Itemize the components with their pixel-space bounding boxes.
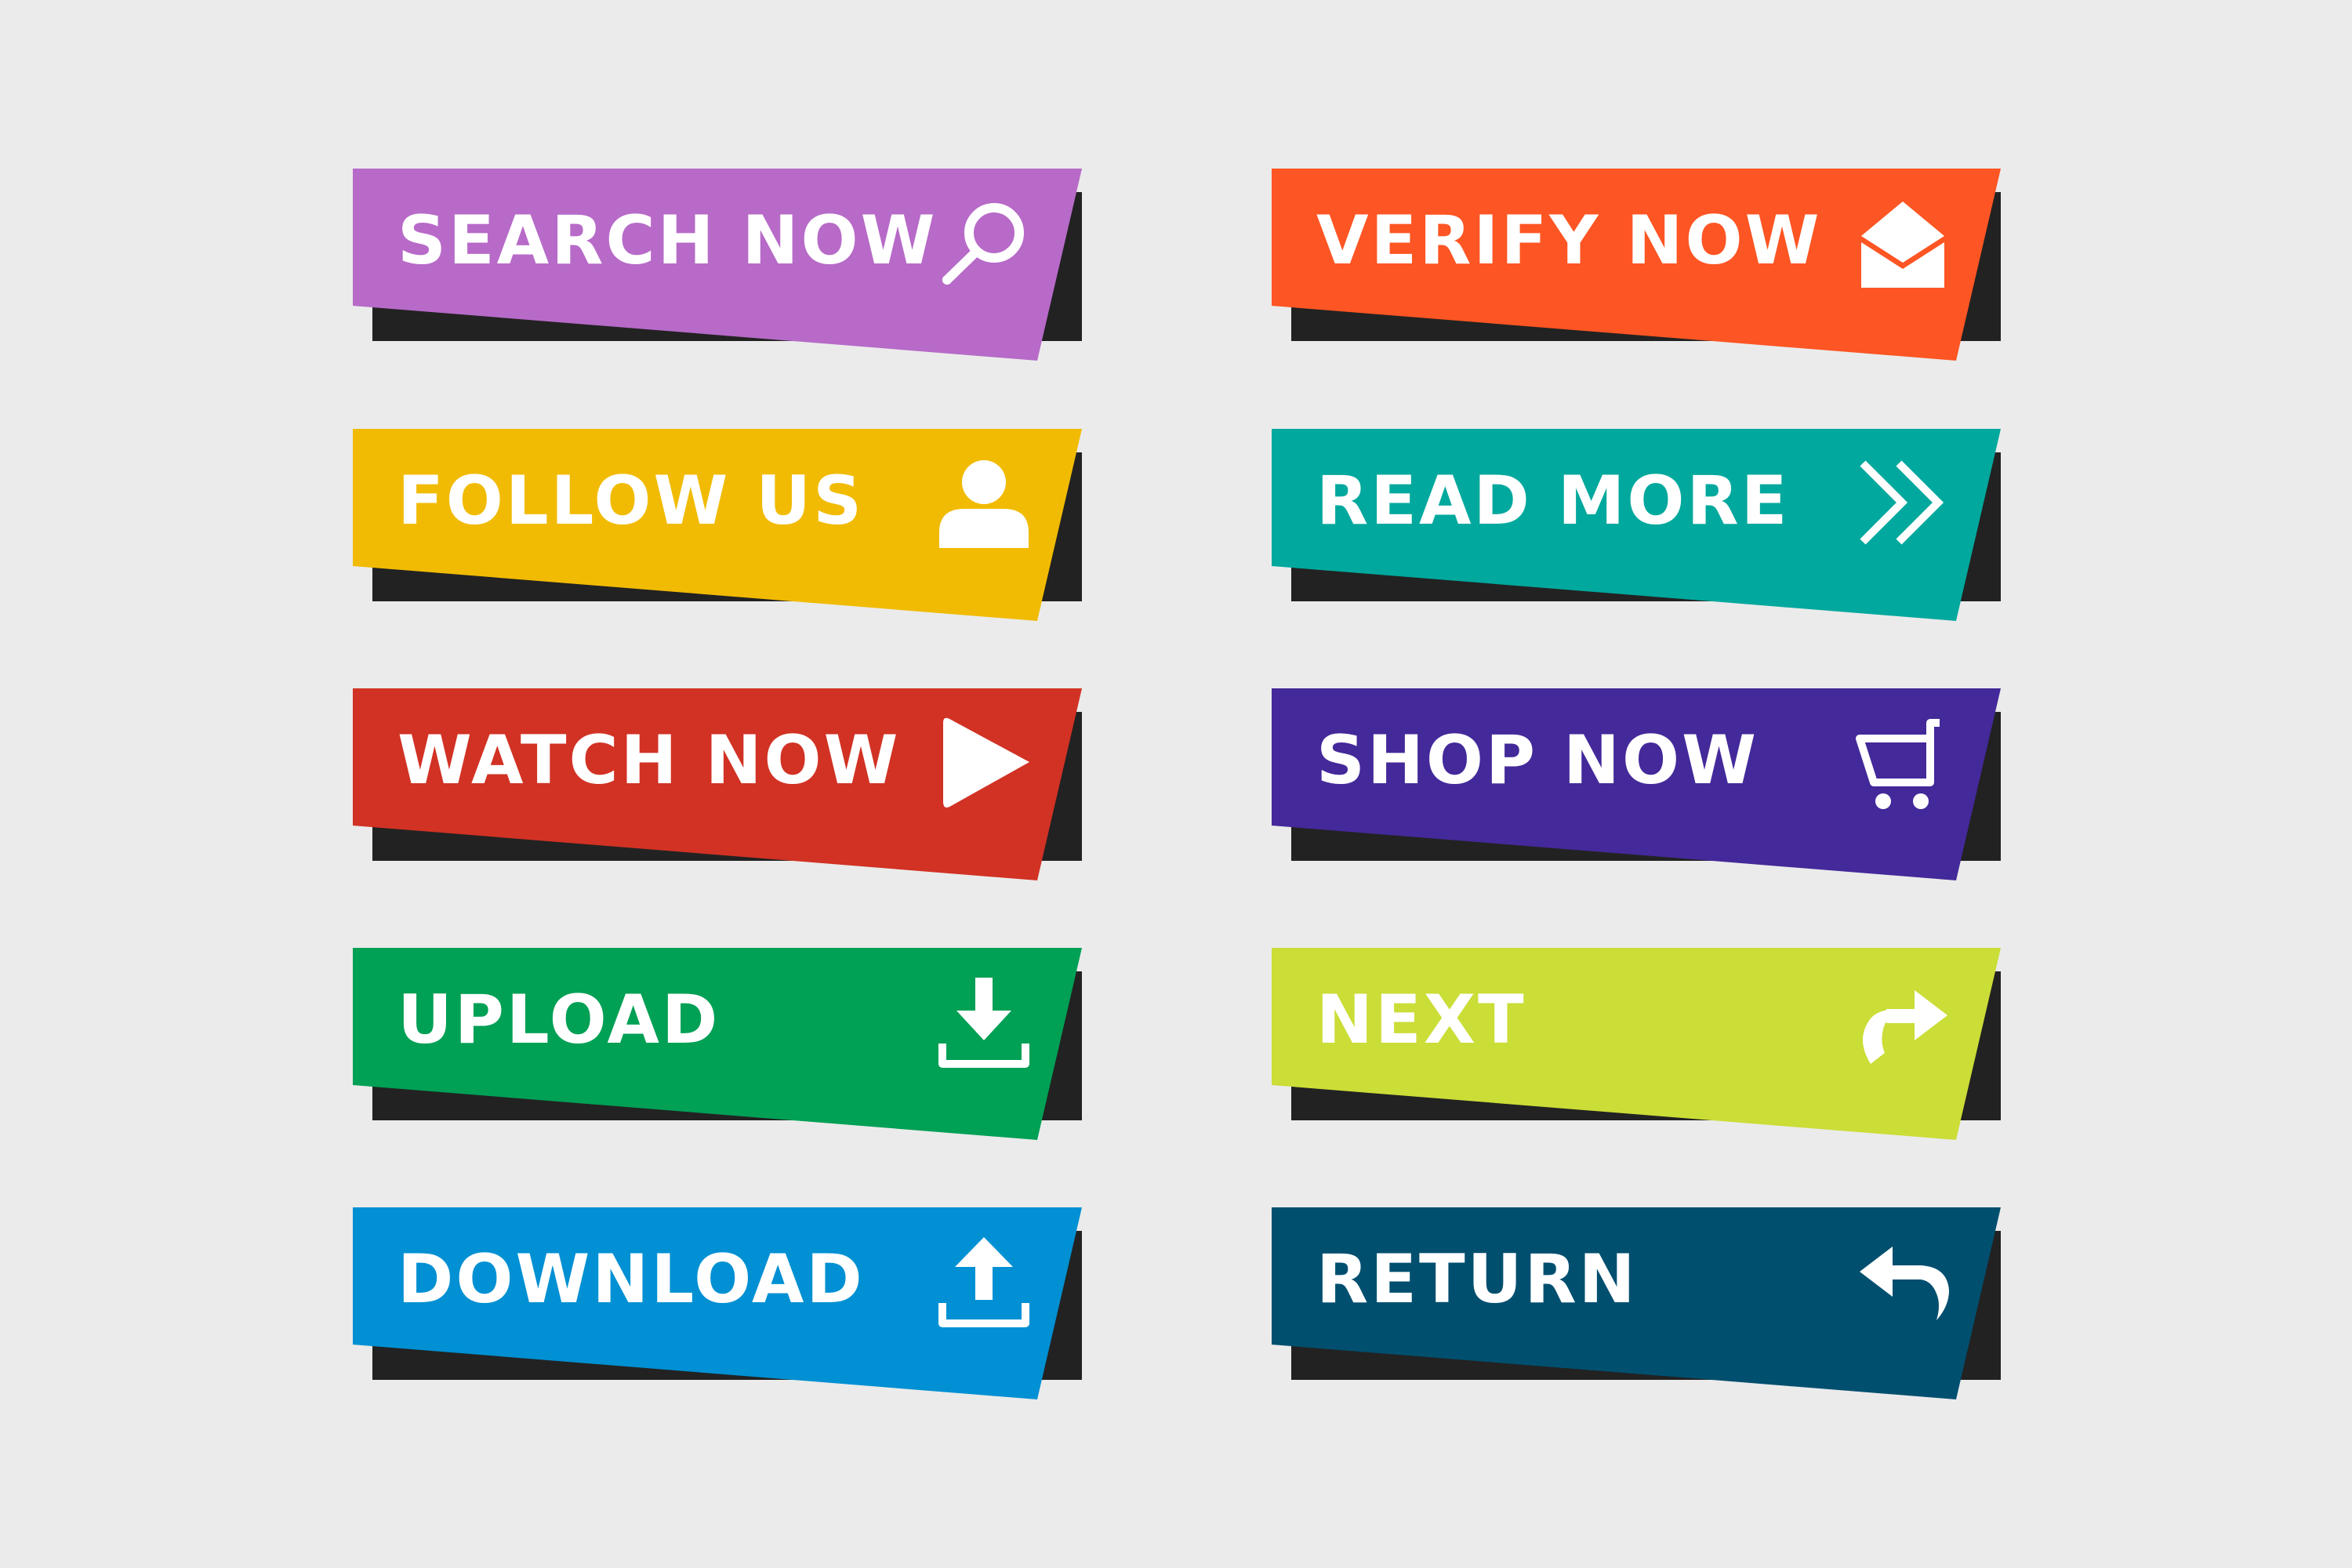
shop-now-button[interactable]: SHOP NOW: [1272, 688, 2009, 884]
play-icon: [937, 712, 1039, 814]
envelope-icon: [1852, 192, 1954, 294]
double-chevron-right-icon: [1852, 452, 1954, 554]
cart-icon: [1852, 712, 1954, 814]
download-tray-icon: [933, 971, 1035, 1073]
button-label: VERIFY NOW: [1316, 201, 1822, 280]
button-set-canvas: SEARCH NOW VERIFY NOW FOLLOW US READ MOR…: [0, 0, 2352, 1568]
user-icon: [933, 452, 1035, 554]
upload-tray-icon: [933, 1231, 1035, 1333]
button-label: WATCH NOW: [397, 721, 901, 800]
button-label: FOLLOW US: [397, 462, 865, 540]
button-label: SHOP NOW: [1316, 721, 1759, 800]
search-icon: [933, 192, 1035, 294]
button-label: SEARCH NOW: [397, 201, 938, 280]
next-button[interactable]: NEXT: [1272, 948, 2009, 1144]
button-label: RETURN: [1316, 1240, 1638, 1319]
verify-now-button[interactable]: VERIFY NOW: [1272, 169, 2009, 365]
button-label: DOWNLOAD: [397, 1240, 865, 1319]
upload-button[interactable]: UPLOAD: [353, 948, 1090, 1144]
download-button[interactable]: DOWNLOAD: [353, 1207, 1090, 1403]
read-more-button[interactable]: READ MORE: [1272, 429, 2009, 625]
forward-arrow-icon: [1852, 971, 1954, 1073]
watch-now-button[interactable]: WATCH NOW: [353, 688, 1090, 884]
button-label: UPLOAD: [397, 981, 720, 1059]
button-label: NEXT: [1316, 981, 1526, 1059]
search-now-button[interactable]: SEARCH NOW: [353, 169, 1090, 365]
follow-us-button[interactable]: FOLLOW US: [353, 429, 1090, 625]
return-button[interactable]: RETURN: [1272, 1207, 2009, 1403]
return-arrow-icon: [1852, 1231, 1954, 1333]
button-label: READ MORE: [1316, 462, 1790, 540]
